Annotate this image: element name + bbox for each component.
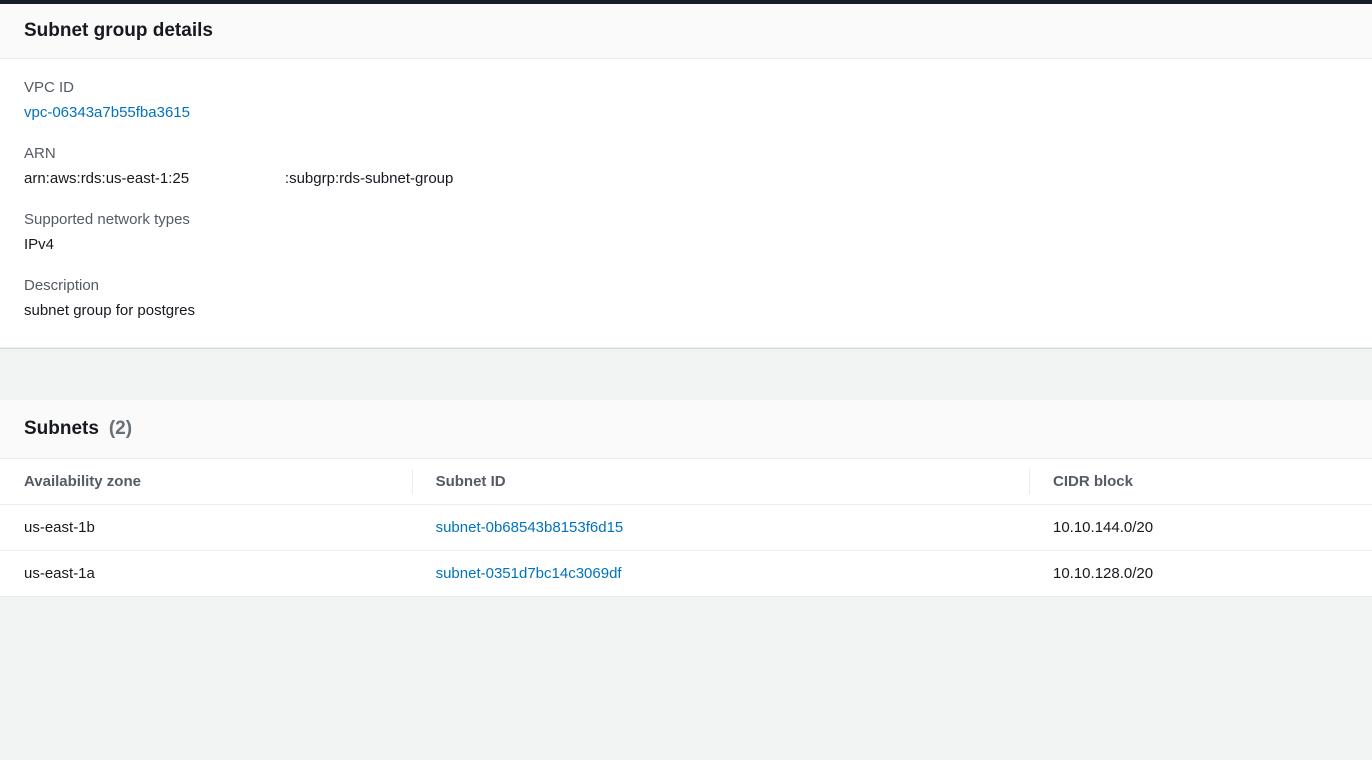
arn-label: ARN [24, 145, 1348, 162]
description-label: Description [24, 277, 1348, 294]
col-header-cidr[interactable]: CIDR block [1029, 459, 1372, 505]
table-row: us-east-1b subnet-0b68543b8153f6d15 10.1… [0, 505, 1372, 551]
col-header-subnet-id[interactable]: Subnet ID [412, 459, 1029, 505]
vpc-id-field: VPC ID vpc-06343a7b55fba3615 [24, 79, 1348, 121]
subnets-header: Subnets (2) [0, 400, 1372, 459]
description-field: Description subnet group for postgres [24, 277, 1348, 319]
col-header-az[interactable]: Availability zone [0, 459, 412, 505]
cell-az: us-east-1b [0, 505, 412, 551]
cell-az: us-east-1a [0, 551, 412, 597]
subnet-id-link[interactable]: subnet-0351d7bc14c3069df [436, 565, 622, 582]
subnets-panel: Subnets (2) Availability zone Subnet ID … [0, 400, 1372, 597]
vpc-id-label: VPC ID [24, 79, 1348, 96]
subnets-table: Availability zone Subnet ID CIDR block u… [0, 459, 1372, 597]
subnets-count: (2) [109, 418, 132, 439]
network-types-value: IPv4 [24, 236, 1348, 253]
vpc-id-link[interactable]: vpc-06343a7b55fba3615 [24, 104, 190, 121]
details-panel-header: Subnet group details [0, 4, 1372, 59]
network-types-label: Supported network types [24, 211, 1348, 228]
details-title: Subnet group details [24, 20, 1348, 42]
subnet-id-link[interactable]: subnet-0b68543b8153f6d15 [436, 519, 624, 536]
cell-cidr: 10.10.128.0/20 [1029, 551, 1372, 597]
cell-cidr: 10.10.144.0/20 [1029, 505, 1372, 551]
details-panel: Subnet group details VPC ID vpc-06343a7b… [0, 4, 1372, 348]
subnets-title: Subnets [24, 418, 99, 439]
network-types-field: Supported network types IPv4 [24, 211, 1348, 253]
table-row: us-east-1a subnet-0351d7bc14c3069df 10.1… [0, 551, 1372, 597]
arn-value: arn:aws:rds:us-east-1:25 :subgrp:rds-sub… [24, 170, 1348, 187]
description-value: subnet group for postgres [24, 302, 1348, 319]
panel-spacer [0, 348, 1372, 400]
details-panel-body: VPC ID vpc-06343a7b55fba3615 ARN arn:aws… [0, 59, 1372, 347]
arn-field: ARN arn:aws:rds:us-east-1:25 :subgrp:rds… [24, 145, 1348, 187]
